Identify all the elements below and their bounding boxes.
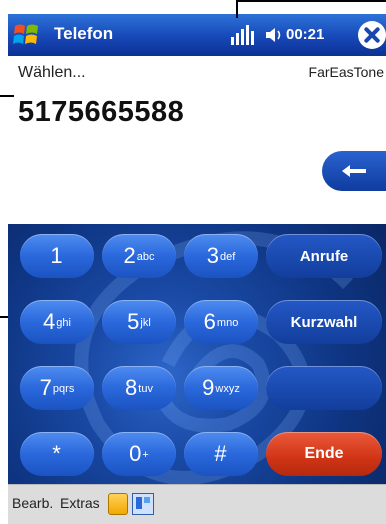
callout-line-top (236, 0, 386, 2)
menu-tools[interactable]: Extras (60, 495, 100, 511)
app-title: Telefon (54, 24, 114, 43)
key-3[interactable]: 3 def (184, 234, 258, 278)
dialed-number[interactable]: 5175665588 (18, 96, 184, 129)
key-5[interactable]: 5 jkl (102, 300, 176, 344)
windows-start-icon[interactable] (12, 20, 42, 50)
key-2[interactable]: 2 abc (102, 234, 176, 278)
key-4[interactable]: 4 ghi (20, 300, 94, 344)
key-0[interactable]: 0 + (102, 432, 176, 476)
carrier-name: FarEasTone (308, 64, 384, 80)
menu-edit[interactable]: Bearb. (12, 495, 53, 511)
key-8[interactable]: 8 tuv (102, 366, 176, 410)
end-call-button[interactable]: Ende (266, 432, 382, 476)
folder-icon[interactable] (108, 493, 128, 515)
key-hash[interactable]: # (184, 432, 258, 476)
clock[interactable]: 00:21 (286, 26, 324, 43)
blank-function-button[interactable] (266, 366, 382, 410)
arrow-left-icon (342, 165, 366, 177)
input-panel-icon[interactable] (132, 493, 154, 515)
callout-line-top-drop (236, 0, 238, 18)
close-icon[interactable] (358, 21, 386, 49)
menu-bar: Bearb. Extras (8, 484, 386, 524)
signal-icon[interactable] (230, 23, 256, 47)
key-1[interactable]: 1 (20, 234, 94, 278)
keypad: 1 2 abc 3 def Anrufe 4 ghi 5 jkl 6 mno Kurzwa… (8, 224, 386, 484)
speed-dial-button[interactable]: Kurzwahl (266, 300, 382, 344)
key-9[interactable]: 9 wxyz (184, 366, 258, 410)
key-6[interactable]: 6 mno (184, 300, 258, 344)
key-7[interactable]: 7 pqrs (20, 366, 94, 410)
key-star[interactable]: * (20, 432, 94, 476)
title-bar: Telefon 00:21 (8, 14, 386, 56)
dialing-status: Wählen... (18, 64, 86, 81)
backspace-button[interactable] (322, 151, 386, 191)
callout-line-left-1 (0, 95, 14, 97)
volume-icon[interactable] (264, 26, 286, 44)
calls-button[interactable]: Anrufe (266, 234, 382, 278)
